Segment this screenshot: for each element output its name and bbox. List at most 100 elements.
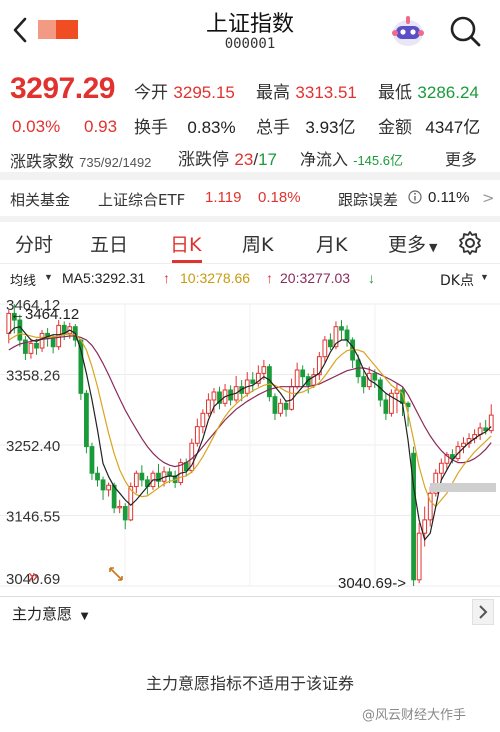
candle-body — [84, 392, 89, 448]
candle-body — [50, 338, 56, 348]
amount-label: 金额 — [378, 118, 412, 138]
low-value: 3286.24 — [417, 83, 479, 102]
tab-more-label: 更多 — [388, 234, 427, 256]
amount-value: 4347亿 — [425, 118, 481, 137]
limit-down-value: 17 — [258, 150, 277, 169]
indicator-bar[interactable]: 主力意愿 ▼ — [0, 596, 500, 626]
turnover-value: 0.83% — [187, 118, 236, 137]
limit-field: 涨跌停 23/17 — [178, 145, 277, 170]
candle-body — [383, 399, 389, 414]
open-field: 今开 3295.15 — [134, 78, 235, 103]
period-tabs: 分时 五日 日K 周K 月K 更多 ▼ — [0, 222, 500, 264]
candle-body — [194, 426, 200, 444]
max-price-marker: ←3464.12 — [10, 306, 79, 323]
tab-monthly-k[interactable]: 月K — [316, 230, 347, 257]
candle-body — [122, 506, 128, 521]
candle-body — [261, 366, 267, 374]
tracking-error-label: 跟踪误差 — [338, 191, 399, 209]
assistant-robot-icon[interactable] — [388, 12, 428, 52]
low-label: 最低 — [378, 83, 412, 103]
candle-body — [361, 376, 367, 388]
candle-body — [294, 369, 300, 388]
chevron-right-icon[interactable]: > — [482, 189, 495, 207]
candle-body — [344, 329, 350, 341]
candlestick-chart[interactable]: 3464.123358.263252.403146.553040.69 ←346… — [0, 290, 500, 596]
turnover-field: 换手 0.83% — [134, 113, 236, 138]
indicator-selector[interactable]: 主力意愿 ▼ — [12, 603, 89, 624]
candle-body — [211, 391, 217, 401]
netflow-field: 净流入 -145.6亿 — [300, 146, 403, 170]
high-value: 3313.51 — [295, 83, 357, 102]
expand-arrows-icon[interactable] — [109, 567, 123, 581]
candle-body — [250, 379, 256, 384]
netflow-label: 净流入 — [300, 150, 349, 169]
tab-five-day[interactable]: 五日 — [90, 230, 128, 257]
moving-average-legend[interactable]: 均线 ▼ MA5:3292.31 ↑ 10:3278.66 ↑ 20:3277.… — [0, 268, 500, 290]
candle-body — [372, 372, 378, 381]
indicator-label: 主力意愿 — [12, 605, 73, 623]
ma5-trend-icon: ↑ — [163, 270, 170, 286]
candle-body — [339, 326, 344, 331]
tab-weekly-k[interactable]: 周K — [242, 230, 273, 257]
candle-body — [422, 519, 428, 534]
watermark-text: @风云财经大作手 — [362, 708, 467, 723]
fund-section-label: 相关基金 — [10, 191, 71, 209]
indicator-caret-icon: ▼ — [80, 611, 89, 622]
candle-body — [278, 402, 283, 414]
collapse-double-arrow-icon[interactable]: » — [28, 566, 38, 586]
tab-intraday[interactable]: 分时 — [15, 230, 53, 257]
candle-body — [117, 506, 123, 509]
fund-name[interactable]: 上证综合ETF — [98, 189, 185, 210]
low-field: 最低 3286.24 — [378, 78, 479, 103]
y-tick-label: 3252.40 — [6, 438, 60, 455]
top-bar: 上证指数 000001 — [0, 0, 500, 60]
dropdown-caret-icon: ▼ — [429, 241, 438, 254]
indicator-unavailable-note: 主力意愿指标不适用于该证券 — [145, 674, 354, 693]
dk-point-toggle[interactable]: DK点 — [440, 270, 474, 290]
candle-body — [416, 532, 422, 581]
volume-field: 总手 3.93亿 — [256, 113, 356, 138]
candle-body — [438, 462, 444, 474]
limit-up-value: 23 — [234, 150, 254, 169]
y-tick-label: 3358.26 — [6, 368, 60, 385]
change-amount: 0.93 — [84, 117, 118, 136]
tracking-error-value: 0.11% — [428, 189, 470, 206]
settings-gear-icon[interactable] — [457, 230, 483, 256]
related-fund-row[interactable]: 相关基金 上证综合ETF 1.119 0.18% 跟踪误差 0.11% > — [0, 180, 500, 216]
chevron-right-icon — [479, 605, 488, 619]
candle-body — [39, 332, 45, 349]
candle-body — [95, 472, 100, 481]
ma10-value: 10:3278.66 — [180, 270, 251, 286]
candle-body — [17, 319, 23, 341]
search-icon[interactable] — [448, 14, 482, 48]
indicator-next-button[interactable] — [472, 599, 494, 625]
open-value: 3295.15 — [173, 83, 235, 102]
candle-body — [34, 342, 39, 349]
candle-body — [139, 472, 145, 481]
high-field: 最高 3313.51 — [256, 78, 357, 103]
min-price-marker: 3040.69-> — [338, 575, 406, 592]
ma20-trend-icon: ↓ — [368, 270, 375, 286]
limit-label: 涨跌停 — [178, 150, 229, 170]
candle-body — [200, 412, 206, 428]
candle-body — [206, 399, 211, 414]
turnover-label: 换手 — [134, 118, 168, 138]
advance-decline-value: 735/92/1492 — [79, 155, 152, 170]
change-percent: 0.03% — [12, 117, 61, 136]
tab-daily-k[interactable]: 日K — [170, 230, 201, 257]
candle-body — [106, 484, 111, 491]
tab-more[interactable]: 更多 ▼ — [388, 230, 437, 257]
last-price: 3297.29 — [10, 72, 115, 105]
candle-body — [300, 369, 306, 378]
candle-body — [28, 342, 34, 354]
section-divider — [0, 172, 500, 180]
fund-price: 1.119 — [205, 189, 242, 206]
candle-body — [283, 402, 289, 410]
candle-body — [89, 446, 95, 474]
amount-field: 金额 4347亿 — [378, 113, 480, 138]
active-tab-indicator — [172, 260, 202, 263]
info-icon[interactable] — [408, 190, 422, 208]
open-label: 今开 — [134, 83, 168, 103]
more-quote-button[interactable]: 更多 — [445, 146, 477, 170]
candle-body — [100, 479, 106, 491]
